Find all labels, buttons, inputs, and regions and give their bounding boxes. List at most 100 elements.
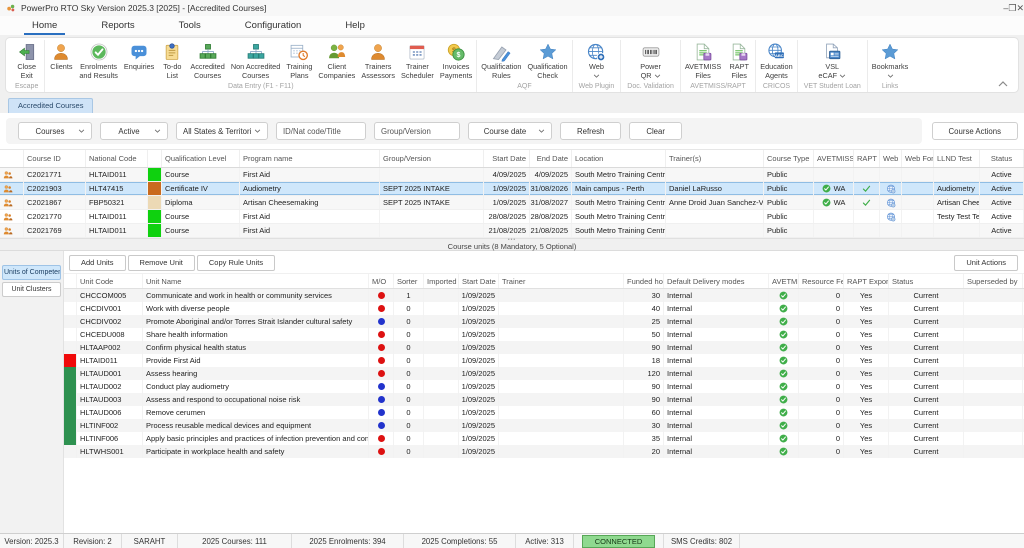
col-header-rowicon[interactable] (0, 150, 24, 167)
unit-row[interactable]: CHCDIV002Promote Aboriginal and/or Torre… (64, 315, 1024, 328)
unit-row[interactable]: HLTAUD001Assess hearing01/09/2025120Inte… (64, 367, 1024, 380)
group-version-input[interactable] (374, 122, 460, 140)
col-header-national-code[interactable]: National Code (86, 150, 148, 167)
col-header-rapt-export[interactable]: RAPT Export (844, 274, 889, 288)
unit-actions-button[interactable]: Unit Actions (954, 255, 1018, 271)
splitter-bar[interactable]: ••• Course units (8 Mandatory, 5 Optiona… (0, 238, 1024, 251)
col-header-qualification-level[interactable]: Qualification Level (162, 150, 240, 167)
course-actions-button[interactable]: Course Actions (932, 122, 1018, 140)
col-header-unit-code[interactable]: Unit Code (77, 274, 143, 288)
col-header-trainers[interactable]: Trainer(s) (666, 150, 764, 167)
ribbon-button-non-accredited-courses[interactable]: Non AccreditedCourses (228, 40, 284, 80)
state-select-value: All States & Territories (183, 127, 251, 136)
col-header-group-version[interactable]: Group/Version (380, 150, 484, 167)
course-row[interactable]: C2021769HLTAID011CourseFirst Aid21/08/20… (0, 224, 1024, 238)
course-row[interactable]: C2021903HLT47415Certificate IVAudiometry… (0, 182, 1024, 196)
unit-row[interactable]: CHCDIV001Work with diverse people01/09/2… (64, 302, 1024, 315)
close-button[interactable]: ✕ (1016, 3, 1024, 13)
menu-item-tools[interactable]: Tools (157, 16, 223, 35)
status-select[interactable]: Active (100, 122, 168, 140)
col-header-level-color[interactable] (148, 150, 162, 167)
ribbon-button-close-exit[interactable]: CloseExit (12, 40, 42, 80)
ribbon-button-education-agents[interactable]: ABCEducationAgents (757, 40, 795, 80)
ribbon-button-training-plans[interactable]: TrainingPlans (283, 40, 315, 80)
unit-row[interactable]: HLTAUD003Assess and respond to occupatio… (64, 393, 1024, 406)
col-header-resource-fee[interactable]: Resource Fee (799, 274, 844, 288)
ribbon-button-invoices-payments[interactable]: $$InvoicesPayments (437, 40, 475, 80)
course-row[interactable]: C2021770HLTAID011CourseFirst Aid28/08/20… (0, 210, 1024, 224)
ribbon-button-web[interactable]: Web (581, 40, 611, 80)
col-header-location[interactable]: Location (572, 150, 666, 167)
col-header-course-type[interactable]: Course Type (764, 150, 814, 167)
date-field-select[interactable]: Course date (468, 122, 552, 140)
col-header-web[interactable]: Web (880, 150, 902, 167)
col-header-rapt[interactable]: RAPT (854, 150, 880, 167)
col-header-mo[interactable]: M/O (369, 274, 394, 288)
ribbon-button-avetmiss-files[interactable]: AVETMISSFiles (682, 40, 724, 80)
add-units-button[interactable]: Add Units (69, 255, 126, 271)
menu-item-configuration[interactable]: Configuration (223, 16, 324, 35)
course-row[interactable]: C2021867FBP50321DiplomaArtisan Cheesemak… (0, 196, 1024, 210)
col-header-unit-name[interactable]: Unit Name (143, 274, 369, 288)
col-header-end-date[interactable]: End Date (530, 150, 572, 167)
menu-item-reports[interactable]: Reports (79, 16, 156, 35)
unit-row[interactable]: HLTAAP002Confirm physical health status0… (64, 341, 1024, 354)
ribbon-button-vsl-ecaf[interactable]: VSLeCAF (815, 40, 849, 80)
col-header-trainer[interactable]: Trainer (499, 274, 624, 288)
ribbon-group-data-entry-f1-f11: ClientsEnrolmentsand ResultsEnquiriesTo-… (45, 40, 477, 92)
unit-row[interactable]: HLTAUD002Conduct play audiometry01/09/20… (64, 380, 1024, 393)
ribbon-button-enquiries[interactable]: Enquiries (121, 40, 157, 72)
scope-select[interactable]: Courses (18, 122, 92, 140)
cell-unit-code: HLTAUD002 (77, 380, 143, 393)
ribbon-button-enrolments-and-results[interactable]: Enrolmentsand Results (76, 40, 121, 80)
col-header-llnd-test[interactable]: LLND Test (934, 150, 980, 167)
ribbon-button-trainers-assessors[interactable]: TrainersAssessors (358, 40, 398, 80)
unit-row[interactable]: CHCCOM005Communicate and work in health … (64, 289, 1024, 302)
id-code-title-input[interactable] (276, 122, 366, 140)
col-header-funded-hours[interactable]: Funded hours (624, 274, 664, 288)
col-header-avetmiss[interactable]: AVETMISS (814, 150, 854, 167)
col-header-delivery[interactable]: Default Delivery modes (664, 274, 769, 288)
menu-item-help[interactable]: Help (323, 16, 387, 35)
side-tab-unit-clusters[interactable]: Unit Clusters (2, 282, 61, 297)
ribbon-button-trainer-scheduler[interactable]: TrainerScheduler (398, 40, 437, 80)
ribbon-button-clients[interactable]: Clients (46, 40, 76, 72)
course-row[interactable]: C2021771HLTAID011CourseFirst Aid4/09/202… (0, 168, 1024, 182)
ribbon-button-power-qr[interactable]: PowerQR (636, 40, 666, 80)
ribbon-button-client-companies[interactable]: ClientCompanies (315, 40, 358, 80)
ribbon-button-to-do-list[interactable]: To-doList (157, 40, 187, 80)
copy-rule-units-button[interactable]: Copy Rule Units (197, 255, 275, 271)
col-header-imported[interactable]: Imported (424, 274, 459, 288)
col-header-start-date[interactable]: Start Date (484, 150, 530, 167)
col-header-avetmiss[interactable]: AVETMISS (769, 274, 799, 288)
col-header-status[interactable]: Status (889, 274, 964, 288)
unit-row[interactable]: HLTINF006Apply basic principles and prac… (64, 432, 1024, 445)
col-header-superseded-by[interactable]: Superseded by (964, 274, 1023, 288)
col-header-web-form[interactable]: Web Form (902, 150, 934, 167)
side-tab-units-of-competency[interactable]: Units of Competency (2, 265, 61, 280)
clear-button[interactable]: Clear (629, 122, 682, 140)
ribbon-button-qualification-check[interactable]: QualificationCheck (524, 40, 570, 80)
menu-item-home[interactable]: Home (10, 16, 79, 35)
unit-row[interactable]: HLTWHS001Participate in workplace health… (64, 445, 1024, 458)
ribbon-button-bookmarks[interactable]: Bookmarks (869, 40, 912, 80)
unit-row[interactable]: HLTAID011Provide First Aid01/09/202518In… (64, 354, 1024, 367)
unit-row[interactable]: HLTAUD006Remove cerumen01/09/202560Inter… (64, 406, 1024, 419)
ribbon-button-accredited-courses[interactable]: AccreditedCourses (187, 40, 227, 80)
doc-tab-accredited-courses[interactable]: Accredited Courses (8, 98, 93, 113)
unit-row[interactable]: HLTINF002Process reusable medical device… (64, 419, 1024, 432)
remove-unit-button[interactable]: Remove Unit (128, 255, 195, 271)
ribbon-collapse-button[interactable] (998, 81, 1008, 87)
col-header-color[interactable] (64, 274, 77, 288)
col-header-course-id[interactable]: Course ID (24, 150, 86, 167)
col-header-program-name[interactable]: Program name (240, 150, 380, 167)
col-header-sorter[interactable]: Sorter (394, 274, 424, 288)
cell-trainer (499, 341, 624, 354)
col-header-start-date[interactable]: Start Date (459, 274, 499, 288)
ribbon-button-rapt-files[interactable]: RAPTFiles (724, 40, 754, 80)
col-header-status[interactable]: Status (980, 150, 1024, 167)
refresh-button[interactable]: Refresh (560, 122, 621, 140)
unit-row[interactable]: CHCEDU008Share health information01/09/2… (64, 328, 1024, 341)
ribbon-button-qualification-rules[interactable]: QualificationRules (478, 40, 524, 80)
state-select[interactable]: All States & Territories (176, 122, 268, 140)
